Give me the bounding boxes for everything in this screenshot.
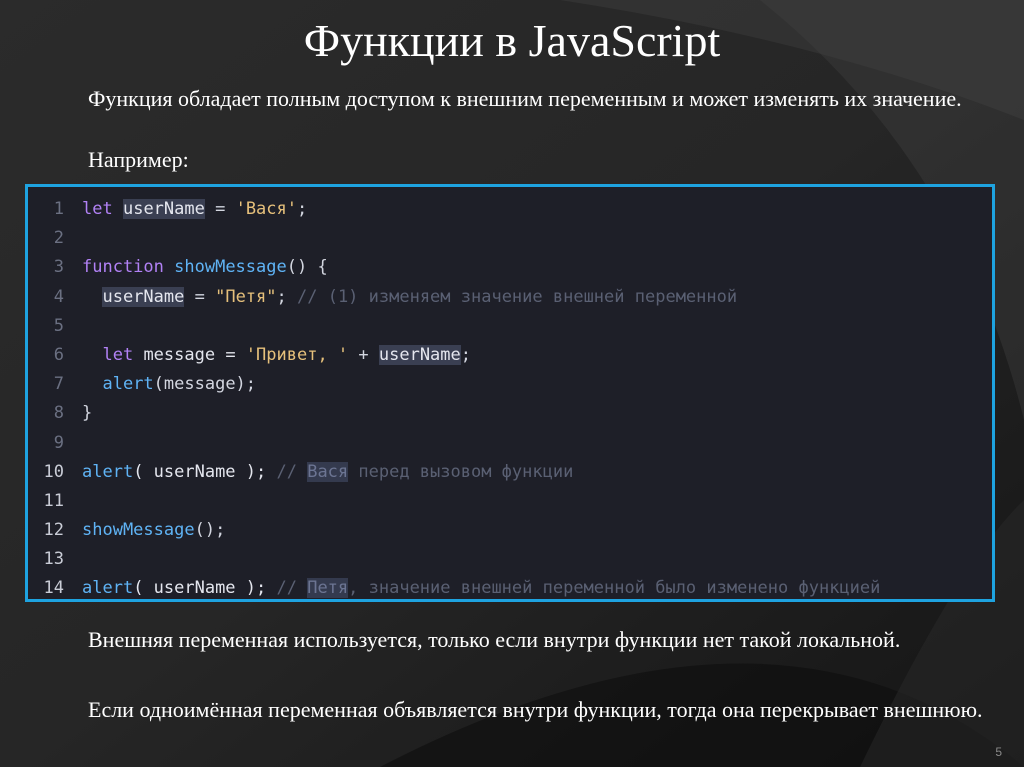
outro-text-1: Внешняя переменная используется, только … bbox=[88, 627, 901, 652]
line-number: 5 bbox=[53, 315, 64, 336]
line-number: 7 bbox=[53, 374, 64, 395]
line-number: 8 bbox=[53, 403, 64, 424]
line-number: 9 bbox=[53, 432, 64, 453]
code-line-3: 3 function showMessage() { bbox=[28, 253, 992, 282]
comment: // bbox=[276, 461, 308, 482]
example-label: Например: bbox=[88, 147, 189, 172]
keyword: let bbox=[102, 344, 134, 365]
function-name: showMessage bbox=[174, 257, 287, 278]
slide-title: Функции в JavaScript bbox=[303, 15, 721, 66]
operator: = bbox=[204, 199, 236, 219]
line-number: 4 bbox=[53, 286, 64, 307]
code-line-13: 13 bbox=[28, 545, 992, 574]
punctuation: ; bbox=[297, 199, 308, 219]
code-line-7: 7 alert(message); bbox=[28, 370, 992, 399]
code-line-2: 2 bbox=[28, 224, 992, 253]
keyword: let bbox=[82, 199, 113, 219]
line-number: 14 bbox=[43, 578, 64, 599]
code-line-12: 12 showMessage(); bbox=[28, 516, 992, 545]
variable: ( userName ); bbox=[133, 578, 277, 599]
line-number: 6 bbox=[53, 344, 64, 365]
code-block: 1 let userName = 'Вася'; 2 3 function show… bbox=[25, 184, 995, 602]
variable: userName bbox=[102, 286, 185, 307]
string: "Петя" bbox=[215, 286, 277, 307]
intro-text: Функция обладает полным доступом к внешн… bbox=[88, 86, 962, 111]
punctuation: ; bbox=[276, 286, 297, 307]
line-number: 2 bbox=[53, 228, 64, 249]
comment-highlight: Вася bbox=[307, 461, 349, 482]
line-number: 1 bbox=[53, 199, 64, 219]
function-name: alert bbox=[82, 461, 134, 482]
string: 'Вася' bbox=[235, 199, 297, 219]
variable: message = bbox=[133, 344, 246, 365]
function-name: alert bbox=[82, 578, 134, 599]
comment: , значение внешней переменной было измен… bbox=[348, 578, 881, 599]
operator: + bbox=[348, 344, 379, 365]
code-line-5: 5 bbox=[28, 312, 992, 341]
code-line-10: 10 alert( userName ); // Вася перед вызов… bbox=[28, 458, 992, 487]
page-number: 5 bbox=[995, 745, 1002, 759]
code-line-11: 11 bbox=[28, 487, 992, 516]
variable: ( userName ); bbox=[133, 461, 277, 482]
variable: userName bbox=[378, 344, 461, 365]
comment: перед вызовом функции bbox=[348, 461, 574, 482]
punctuation: (); bbox=[194, 520, 226, 541]
line-number: 12 bbox=[43, 520, 64, 541]
code-line-9: 9 bbox=[28, 429, 992, 458]
line-number: 10 bbox=[43, 461, 64, 482]
comment: // (1) изменяем значение внешней перемен… bbox=[297, 286, 738, 307]
keyword: function bbox=[82, 257, 164, 278]
variable: userName bbox=[122, 199, 205, 219]
line-number: 11 bbox=[43, 490, 64, 511]
punctuation: (message); bbox=[153, 374, 257, 395]
code-line-6: 6 let message = 'Привет, ' + userName; bbox=[28, 341, 992, 370]
operator: = bbox=[184, 286, 216, 307]
function-name: showMessage bbox=[82, 520, 195, 541]
outro-text-2: Если одноимённая переменная объявляется … bbox=[88, 697, 983, 722]
line-number: 13 bbox=[43, 549, 64, 570]
string: 'Привет, ' bbox=[245, 344, 349, 365]
punctuation: ; bbox=[460, 344, 472, 365]
line-number: 3 bbox=[53, 257, 64, 278]
code-line-14: 14 alert( userName ); // Петя, значение в… bbox=[28, 574, 992, 603]
code-line-1: 1 let userName = 'Вася'; bbox=[28, 195, 992, 224]
code-line-8: 8} bbox=[28, 399, 992, 428]
comment: // bbox=[276, 578, 308, 599]
punctuation: () { bbox=[286, 257, 328, 278]
comment-highlight: Петя bbox=[307, 578, 349, 599]
punctuation: } bbox=[82, 403, 93, 424]
function-name: alert bbox=[102, 374, 154, 395]
code-line-4: 4 userName = "Петя"; // (1) изменяем зна… bbox=[28, 283, 992, 312]
